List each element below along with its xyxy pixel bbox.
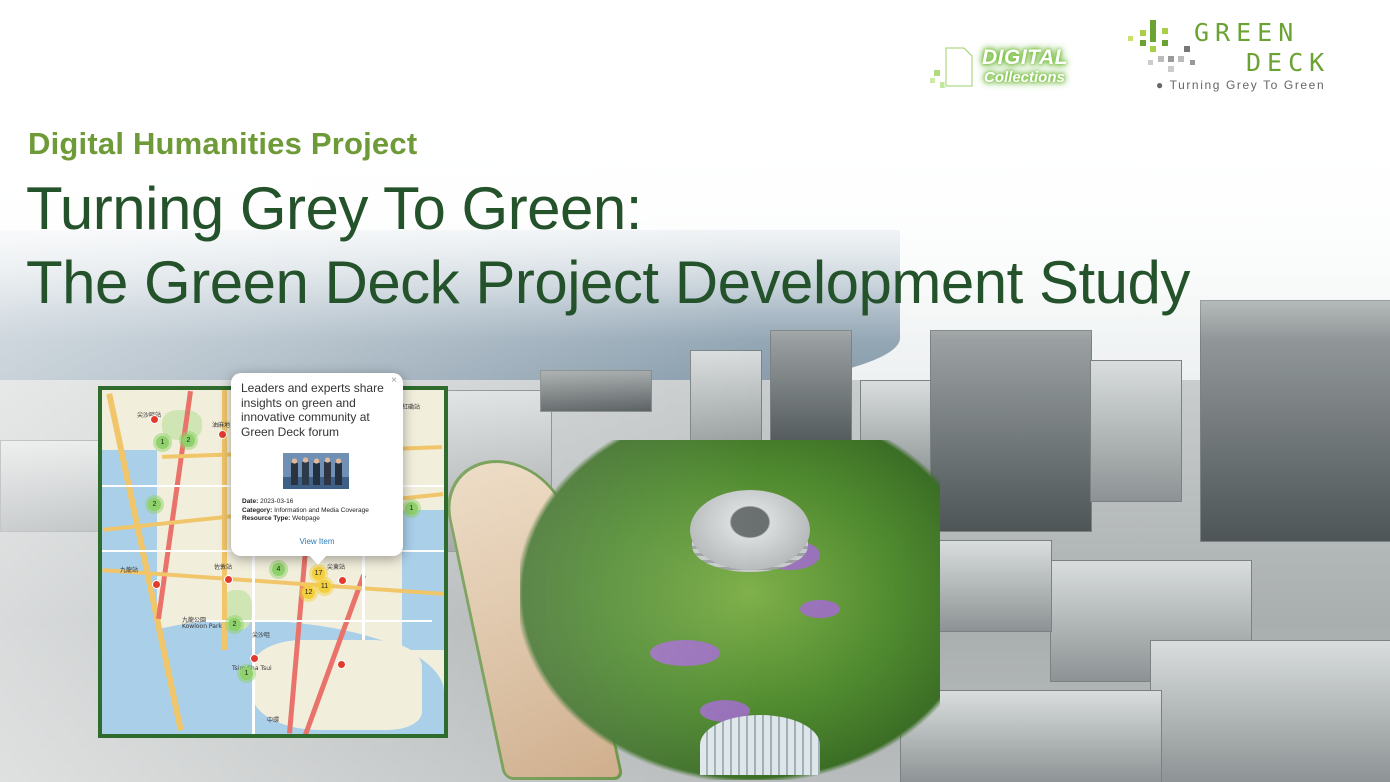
- popup-title: Leaders and experts share insights on gr…: [241, 381, 384, 439]
- popup-metadata: Date: 2023-03-16 Category: Information a…: [242, 498, 369, 524]
- pixel-bars-icon: [1128, 20, 1195, 72]
- view-item-link[interactable]: View Item: [231, 537, 403, 546]
- document-icon: [930, 46, 974, 88]
- title-line-1: Turning Grey To Green:: [26, 175, 642, 242]
- map-cluster-marker[interactable]: 4: [272, 563, 285, 576]
- map-label: 尖東站: [327, 564, 346, 571]
- building: [770, 330, 852, 452]
- hung-hom-bay: [402, 510, 444, 650]
- mtr-station-marker: [218, 430, 227, 439]
- map-label: 佐敦站: [214, 564, 233, 571]
- page-title: Turning Grey To Green: The Green Deck Pr…: [26, 172, 1190, 320]
- map-cluster-marker[interactable]: 1: [156, 436, 169, 449]
- map-popup: × Leaders and experts share insights on …: [231, 373, 403, 565]
- popup-thumbnail-image: [283, 453, 349, 489]
- mtr-station-marker: [338, 576, 347, 585]
- nathan-road: [222, 390, 227, 650]
- map-label: 九龍站: [120, 567, 139, 574]
- green-deck-logo: GREEN DECK ● Turning Grey To Green: [1128, 16, 1378, 94]
- title-line-2: The Green Deck Project Development Study: [26, 249, 1190, 316]
- mtr-station-marker: [150, 415, 159, 424]
- map-cluster-marker[interactable]: 2: [182, 434, 195, 447]
- digital-collections-logo: DIGITAL Collections: [930, 42, 1110, 94]
- tagline-text: Turning Grey To Green: [1169, 78, 1326, 92]
- map-label: 紅磡站: [402, 404, 421, 411]
- popup-resource-type: Resource Type: Webpage: [242, 515, 320, 522]
- building: [1150, 640, 1390, 782]
- map-cluster-marker[interactable]: 2: [148, 498, 161, 511]
- map-cluster-marker[interactable]: 1: [405, 502, 418, 515]
- popup-category: Category: Information and Media Coverage: [242, 506, 369, 514]
- mtr-station-marker: [337, 660, 346, 669]
- mtr-station-marker: [152, 580, 161, 589]
- map-label: 中環: [267, 717, 280, 724]
- map-cluster-marker[interactable]: 17: [312, 567, 325, 580]
- green-deck-tagline: ● Turning Grey To Green: [1156, 78, 1326, 92]
- digital-collections-word2: Collections: [984, 69, 1065, 86]
- green-deck-word2: DECK: [1246, 48, 1331, 77]
- map-label: 油麻地: [212, 422, 231, 429]
- flower-bed: [800, 600, 840, 618]
- map-cluster-marker[interactable]: 1: [240, 667, 253, 680]
- green-deck-word1: GREEN: [1194, 18, 1300, 47]
- project-subtitle: Digital Humanities Project: [28, 126, 418, 161]
- building: [930, 330, 1092, 532]
- map-cluster-marker[interactable]: 2: [228, 618, 241, 631]
- map-cluster-marker[interactable]: 12: [302, 586, 315, 599]
- building: [930, 540, 1052, 632]
- map-label: Kowloon Park: [182, 623, 222, 630]
- digital-collections-word1: DIGITAL: [982, 46, 1068, 69]
- mtr-station-marker: [250, 654, 259, 663]
- popup-date: Date: 2023-03-16: [242, 498, 294, 505]
- map-cluster-marker[interactable]: 11: [318, 580, 331, 593]
- map-label: 尖沙咀: [252, 632, 271, 639]
- mtr-station-marker: [224, 575, 233, 584]
- building: [1090, 360, 1182, 502]
